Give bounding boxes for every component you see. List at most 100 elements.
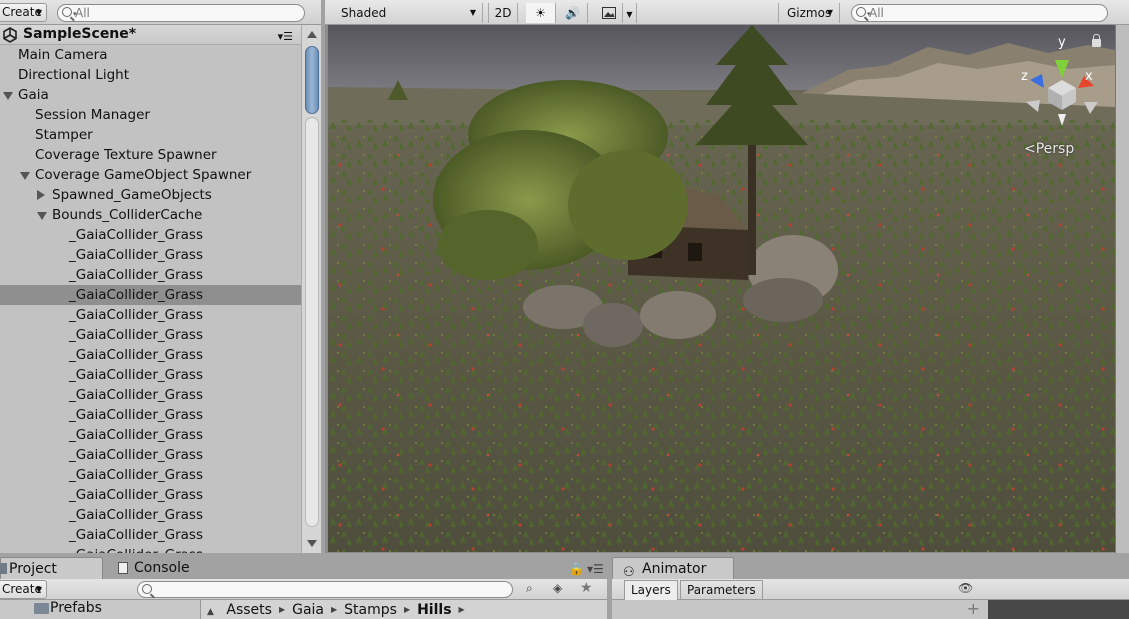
hierarchy-item[interactable]: _GaiaCollider_Grass (0, 405, 301, 425)
shading-mode-dropdown[interactable]: Shaded ▼ (333, 3, 483, 23)
collapse-arrow-icon[interactable] (37, 190, 45, 200)
project-create-button[interactable]: Create ▼ (0, 580, 47, 599)
scene-header[interactable]: SampleScene* ▾☰ (0, 25, 301, 45)
search-by-label-icon[interactable]: ◈ (553, 581, 562, 595)
scene-viewport[interactable]: y x z <Persp (328, 25, 1115, 552)
animator-graph[interactable] (988, 600, 1129, 619)
hierarchy-item[interactable]: _GaiaCollider_Grass (0, 305, 301, 325)
tab-layers[interactable]: Layers (624, 580, 678, 600)
project-menu-icon[interactable]: ▾☰ (587, 562, 604, 576)
scene-right-edge (1115, 25, 1129, 553)
scroll-thumb[interactable] (305, 46, 319, 114)
hierarchy-item[interactable]: _GaiaCollider_Grass (0, 325, 301, 345)
hierarchy-item[interactable]: _GaiaCollider_Grass (0, 545, 301, 553)
expand-arrow-icon[interactable] (20, 172, 30, 180)
chevron-right-icon: ▶ (278, 605, 286, 614)
hierarchy-item[interactable]: _GaiaCollider_Grass (0, 505, 301, 525)
scroll-down-icon[interactable] (307, 540, 317, 547)
search-caret-icon: ▾ (73, 10, 77, 18)
hierarchy-item-label: Main Camera (18, 47, 108, 63)
hierarchy-item[interactable]: Coverage Texture Spawner (0, 145, 301, 165)
orientation-gizmo[interactable]: y x z (1008, 30, 1098, 130)
hierarchy-item[interactable]: _GaiaCollider_Grass (0, 525, 301, 545)
scene-toolbar: Shaded ▼ 2D ☀ 🔊 ▼ Gizmos ▼ ▾ All (325, 0, 1129, 25)
lighting-toggle-button[interactable]: ☀ (526, 3, 556, 23)
scroll-up-icon[interactable] (307, 31, 317, 38)
search-icon (856, 7, 866, 17)
audio-toggle-button[interactable]: 🔊 (558, 3, 588, 23)
project-folder-tree: Prefabs (0, 600, 200, 619)
breadcrumb-assets[interactable]: Assets (226, 602, 272, 618)
effects-toggle-button[interactable] (595, 3, 623, 23)
breadcrumb-gaia[interactable]: Gaia (292, 602, 324, 618)
hierarchy-item[interactable]: _GaiaCollider_Grass (0, 265, 301, 285)
hierarchy-tree: SampleScene* ▾☰ Main Camera Directional L… (0, 25, 301, 553)
hierarchy-item-label: Gaia (18, 87, 49, 103)
eye-icon[interactable]: 👁 (958, 581, 973, 595)
project-search-input[interactable] (137, 581, 513, 598)
gizmos-dropdown[interactable]: Gizmos ▼ (778, 3, 840, 23)
hierarchy-item[interactable]: _GaiaCollider_Grass (0, 425, 301, 445)
scroll-up-icon[interactable]: ▲ (207, 607, 214, 617)
hierarchy-item[interactable]: Gaia (0, 85, 301, 105)
hierarchy-item[interactable]: Session Manager (0, 105, 301, 125)
hierarchy-item[interactable]: _GaiaCollider_Grass (0, 225, 301, 245)
search-placeholder: All (869, 6, 884, 20)
gizmo-lock-icon[interactable] (1092, 34, 1101, 47)
hierarchy-search-input[interactable]: ▾ All (57, 4, 305, 22)
tab-console[interactable]: Console (117, 557, 227, 579)
tab-project[interactable]: Project (0, 557, 103, 579)
breadcrumb-stamps[interactable]: Stamps (344, 602, 397, 618)
terrain-render (328, 25, 1115, 552)
search-icon (142, 584, 152, 594)
speaker-icon: 🔊 (565, 6, 580, 20)
search-by-type-icon[interactable]: ⌕ (526, 581, 533, 596)
project-lock-icon[interactable]: 🔒 (569, 562, 584, 576)
hierarchy-item-label: Spawned_GameObjects (52, 187, 212, 203)
hierarchy-item[interactable]: Stamper (0, 125, 301, 145)
hierarchy-item[interactable]: Spawned_GameObjects (0, 185, 301, 205)
dropdown-caret-icon: ▼ (826, 8, 833, 17)
tab-animator[interactable]: ⚇ Animator (612, 557, 734, 580)
scene-search-input[interactable]: ▾ All (851, 4, 1108, 22)
gizmo-y-label: y (1058, 35, 1066, 50)
hierarchy-item[interactable]: Coverage GameObject Spawner (0, 165, 301, 185)
tab-parameters[interactable]: Parameters (680, 580, 763, 600)
search-placeholder: All (75, 6, 90, 20)
hierarchy-create-button[interactable]: Create ▼ (0, 3, 47, 22)
projection-toggle[interactable]: <Persp (1024, 141, 1074, 157)
hierarchy-item[interactable]: _GaiaCollider_Grass (0, 485, 301, 505)
toggle-2d-button[interactable]: 2D (488, 3, 518, 23)
breadcrumb-hills[interactable]: Hills (417, 602, 451, 618)
hierarchy-item[interactable]: _GaiaCollider_Grass (0, 445, 301, 465)
hierarchy-item-label: Directional Light (18, 67, 129, 83)
hierarchy-item[interactable]: Directional Light (0, 65, 301, 85)
hierarchy-item[interactable]: _GaiaCollider_Grass (0, 365, 301, 385)
hierarchy-item[interactable]: _GaiaCollider_Grass (0, 285, 301, 305)
add-layer-icon[interactable]: + (967, 599, 980, 618)
hierarchy-item[interactable]: _GaiaCollider_Grass (0, 465, 301, 485)
hierarchy-item-label: _GaiaCollider_Grass (69, 487, 203, 503)
chevron-left-icon: < (1024, 141, 1036, 157)
sun-icon: ☀ (535, 6, 546, 20)
hierarchy-item[interactable]: _GaiaCollider_Grass (0, 345, 301, 365)
hierarchy-scrollbar[interactable] (301, 25, 321, 553)
favorites-star-icon[interactable]: ★ (580, 580, 593, 596)
hierarchy-item[interactable]: Bounds_ColliderCache (0, 205, 301, 225)
hierarchy-item[interactable]: Main Camera (0, 45, 301, 65)
hierarchy-item-label: _GaiaCollider_Grass (69, 407, 203, 423)
expand-arrow-icon[interactable] (3, 92, 13, 100)
hierarchy-item-label: _GaiaCollider_Grass (69, 287, 203, 303)
folder-icon (34, 603, 49, 614)
effects-dropdown-button[interactable]: ▼ (623, 3, 637, 23)
hierarchy-item[interactable]: _GaiaCollider_Grass (0, 385, 301, 405)
dropdown-caret-icon: ▼ (626, 10, 633, 19)
expand-arrow-icon[interactable] (37, 212, 47, 220)
projection-label: Persp (1035, 141, 1075, 157)
scroll-track[interactable] (305, 117, 319, 527)
dropdown-caret-icon: ▼ (35, 8, 42, 17)
shading-mode-label: Shaded (341, 6, 387, 20)
project-folder-icon (0, 563, 7, 574)
scene-menu-icon[interactable]: ▾☰ (278, 27, 293, 46)
hierarchy-item[interactable]: _GaiaCollider_Grass (0, 245, 301, 265)
